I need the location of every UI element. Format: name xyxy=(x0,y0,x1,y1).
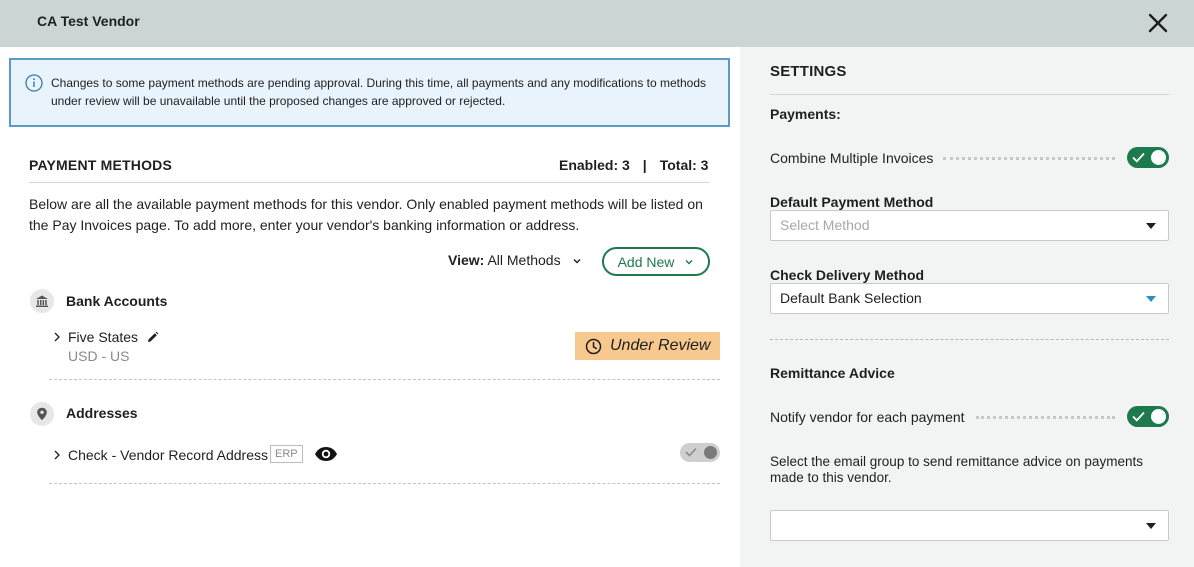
divider xyxy=(49,483,720,484)
check-icon xyxy=(1132,411,1145,422)
dropdown-arrow-icon xyxy=(1146,296,1156,302)
close-button[interactable] xyxy=(1144,9,1172,37)
default-payment-method-select[interactable]: Select Method xyxy=(770,210,1169,241)
location-pin-icon xyxy=(30,402,54,426)
clock-icon xyxy=(585,338,602,354)
bank-accounts-title: Bank Accounts xyxy=(66,293,168,309)
payment-methods-panel: Changes to some payment methods are pend… xyxy=(0,47,740,567)
address-enabled-toggle[interactable] xyxy=(680,443,720,462)
combine-invoices-label: Combine Multiple Invoices xyxy=(770,150,934,166)
toggle-knob xyxy=(1151,150,1166,165)
check-icon xyxy=(685,447,697,457)
email-group-instructions: Select the email group to send remittanc… xyxy=(770,454,1143,485)
toggle-knob xyxy=(704,446,717,459)
chevron-down-icon xyxy=(573,259,581,264)
banner-message: Changes to some payment methods are pend… xyxy=(51,76,707,108)
view-label: View: xyxy=(448,252,485,268)
erp-tag: ERP xyxy=(270,445,303,463)
default-payment-method-placeholder: Select Method xyxy=(780,217,870,233)
email-group-select[interactable] xyxy=(770,510,1169,541)
info-icon xyxy=(25,74,43,92)
close-icon xyxy=(1148,13,1168,33)
divider xyxy=(770,339,1169,340)
leader-dots xyxy=(943,157,1115,160)
toggle-knob xyxy=(1151,409,1166,424)
total-count: Total: 3 xyxy=(659,157,709,173)
bank-icon xyxy=(30,289,54,313)
enabled-count: Enabled: 3 xyxy=(559,157,630,173)
notify-vendor-toggle[interactable] xyxy=(1127,406,1169,427)
check-delivery-value: Default Bank Selection xyxy=(780,290,922,306)
check-delivery-select[interactable]: Default Bank Selection xyxy=(770,283,1169,314)
bank-account-name[interactable]: Five States xyxy=(68,329,138,345)
divider xyxy=(49,379,720,380)
modal-header: CA Test Vendor xyxy=(0,0,1194,47)
combine-invoices-toggle[interactable] xyxy=(1127,147,1169,168)
pending-approval-banner: Changes to some payment methods are pend… xyxy=(9,58,730,127)
add-new-button[interactable]: Add New xyxy=(602,247,710,276)
divider xyxy=(29,182,710,183)
section-description: Below are all the available payment meth… xyxy=(29,196,703,233)
check-icon xyxy=(1132,152,1145,163)
eye-icon[interactable] xyxy=(314,446,338,462)
view-value: All Methods xyxy=(487,252,561,268)
method-counts: Enabled: 3 | Total: 3 xyxy=(559,157,708,173)
chevron-down-icon xyxy=(685,259,693,264)
dropdown-arrow-icon xyxy=(1146,523,1156,529)
chevron-right-icon[interactable] xyxy=(53,332,61,342)
under-review-label: Under Review xyxy=(610,337,711,354)
default-payment-method-label: Default Payment Method xyxy=(770,194,934,210)
chevron-right-icon[interactable] xyxy=(53,450,61,460)
under-review-badge: Under Review xyxy=(575,332,720,360)
remittance-advice-label: Remittance Advice xyxy=(770,365,895,381)
edit-icon[interactable] xyxy=(146,331,159,344)
view-filter-dropdown[interactable]: View: All Methods xyxy=(448,252,582,268)
divider xyxy=(770,94,1169,95)
settings-panel: SETTINGS Payments: Combine Multiple Invo… xyxy=(740,47,1194,567)
vendor-title: CA Test Vendor xyxy=(37,13,140,29)
notify-vendor-label: Notify vendor for each payment xyxy=(770,409,965,425)
settings-title: SETTINGS xyxy=(770,63,847,80)
addresses-title: Addresses xyxy=(66,405,138,421)
dropdown-arrow-icon xyxy=(1146,223,1156,229)
address-name[interactable]: Check - Vendor Record Address xyxy=(68,447,268,463)
check-delivery-label: Check Delivery Method xyxy=(770,267,925,283)
count-separator: | xyxy=(642,157,647,173)
payments-label: Payments: xyxy=(770,106,841,122)
bank-account-currency: USD - US xyxy=(68,348,130,364)
leader-dots xyxy=(976,416,1115,419)
section-title: PAYMENT METHODS xyxy=(29,157,173,173)
add-new-label: Add New xyxy=(617,253,675,270)
